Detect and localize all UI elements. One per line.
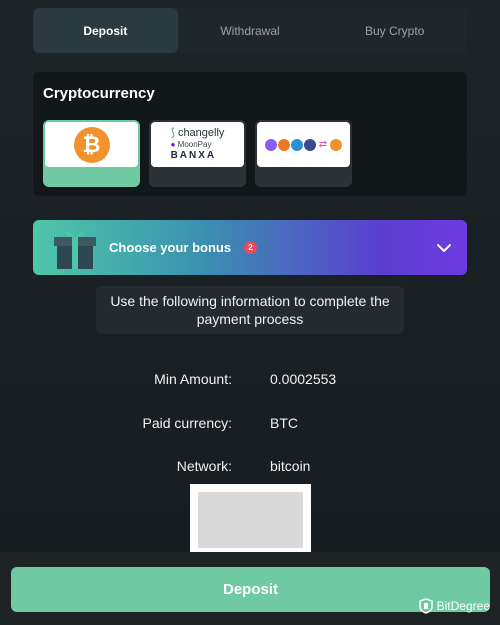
coin-icon	[277, 138, 290, 151]
coin-icon	[303, 138, 316, 151]
bonus-count-badge: 2	[244, 241, 257, 254]
paid-currency-label: Paid currency:	[142, 415, 232, 431]
tab-bar: Deposit Withdrawal Buy Crypto	[33, 8, 467, 53]
moonpay-logo: MoonPay	[177, 140, 212, 149]
multi-coin-icon: ⇄	[264, 138, 343, 151]
tab-withdrawal[interactable]: Withdrawal	[178, 8, 323, 53]
crypto-option-bitcoin[interactable]: ₿	[43, 120, 140, 187]
chevron-down-icon	[437, 244, 451, 252]
exchange-arrows-icon: ⇄	[318, 139, 328, 150]
qr-code-blurred	[198, 492, 303, 548]
card-face: ₿	[45, 122, 138, 167]
coin-icon	[290, 138, 303, 151]
cryptocurrency-title: Cryptocurrency	[43, 85, 155, 102]
card-face: ⇄	[257, 122, 350, 167]
provider-logos: ⟆ changelly ● MoonPay BANXA	[170, 127, 225, 162]
moonpay-icon: ●	[170, 140, 176, 149]
tab-deposit[interactable]: Deposit	[33, 8, 178, 53]
bitdegree-logo-icon	[418, 598, 433, 614]
changelly-logo: changelly	[177, 127, 225, 139]
banxa-logo: BANXA	[170, 150, 217, 161]
bitdegree-watermark: BitDegree	[418, 598, 490, 614]
bitcoin-icon: ₿	[73, 126, 110, 163]
payment-info-message: Use the following information to complet…	[96, 286, 404, 334]
tab-buy-crypto[interactable]: Buy Crypto	[322, 8, 467, 53]
choose-bonus-dropdown[interactable]: Choose your bonus 2	[33, 220, 467, 275]
coin-icon	[264, 138, 277, 151]
choose-bonus-label: Choose your bonus	[109, 240, 232, 255]
min-amount-label: Min Amount:	[154, 371, 232, 387]
deposit-qr-code	[190, 484, 311, 556]
bitcoin-icon	[330, 138, 343, 151]
bitdegree-wordmark: BitDegree	[436, 599, 490, 613]
cryptocurrency-panel: Cryptocurrency ₿ ⟆ changelly ● MoonPay B…	[33, 72, 467, 196]
crypto-option-providers[interactable]: ⟆ changelly ● MoonPay BANXA	[149, 120, 246, 187]
min-amount-value: 0.0002553	[270, 371, 337, 387]
network-value: bitcoin	[270, 458, 311, 474]
gift-icon	[54, 232, 96, 269]
changelly-icon: ⟆	[170, 127, 175, 139]
card-face: ⟆ changelly ● MoonPay BANXA	[151, 122, 244, 167]
paid-currency-value: BTC	[270, 415, 298, 431]
network-label: Network:	[176, 458, 232, 474]
crypto-option-multi-coin[interactable]: ⇄	[255, 120, 352, 187]
